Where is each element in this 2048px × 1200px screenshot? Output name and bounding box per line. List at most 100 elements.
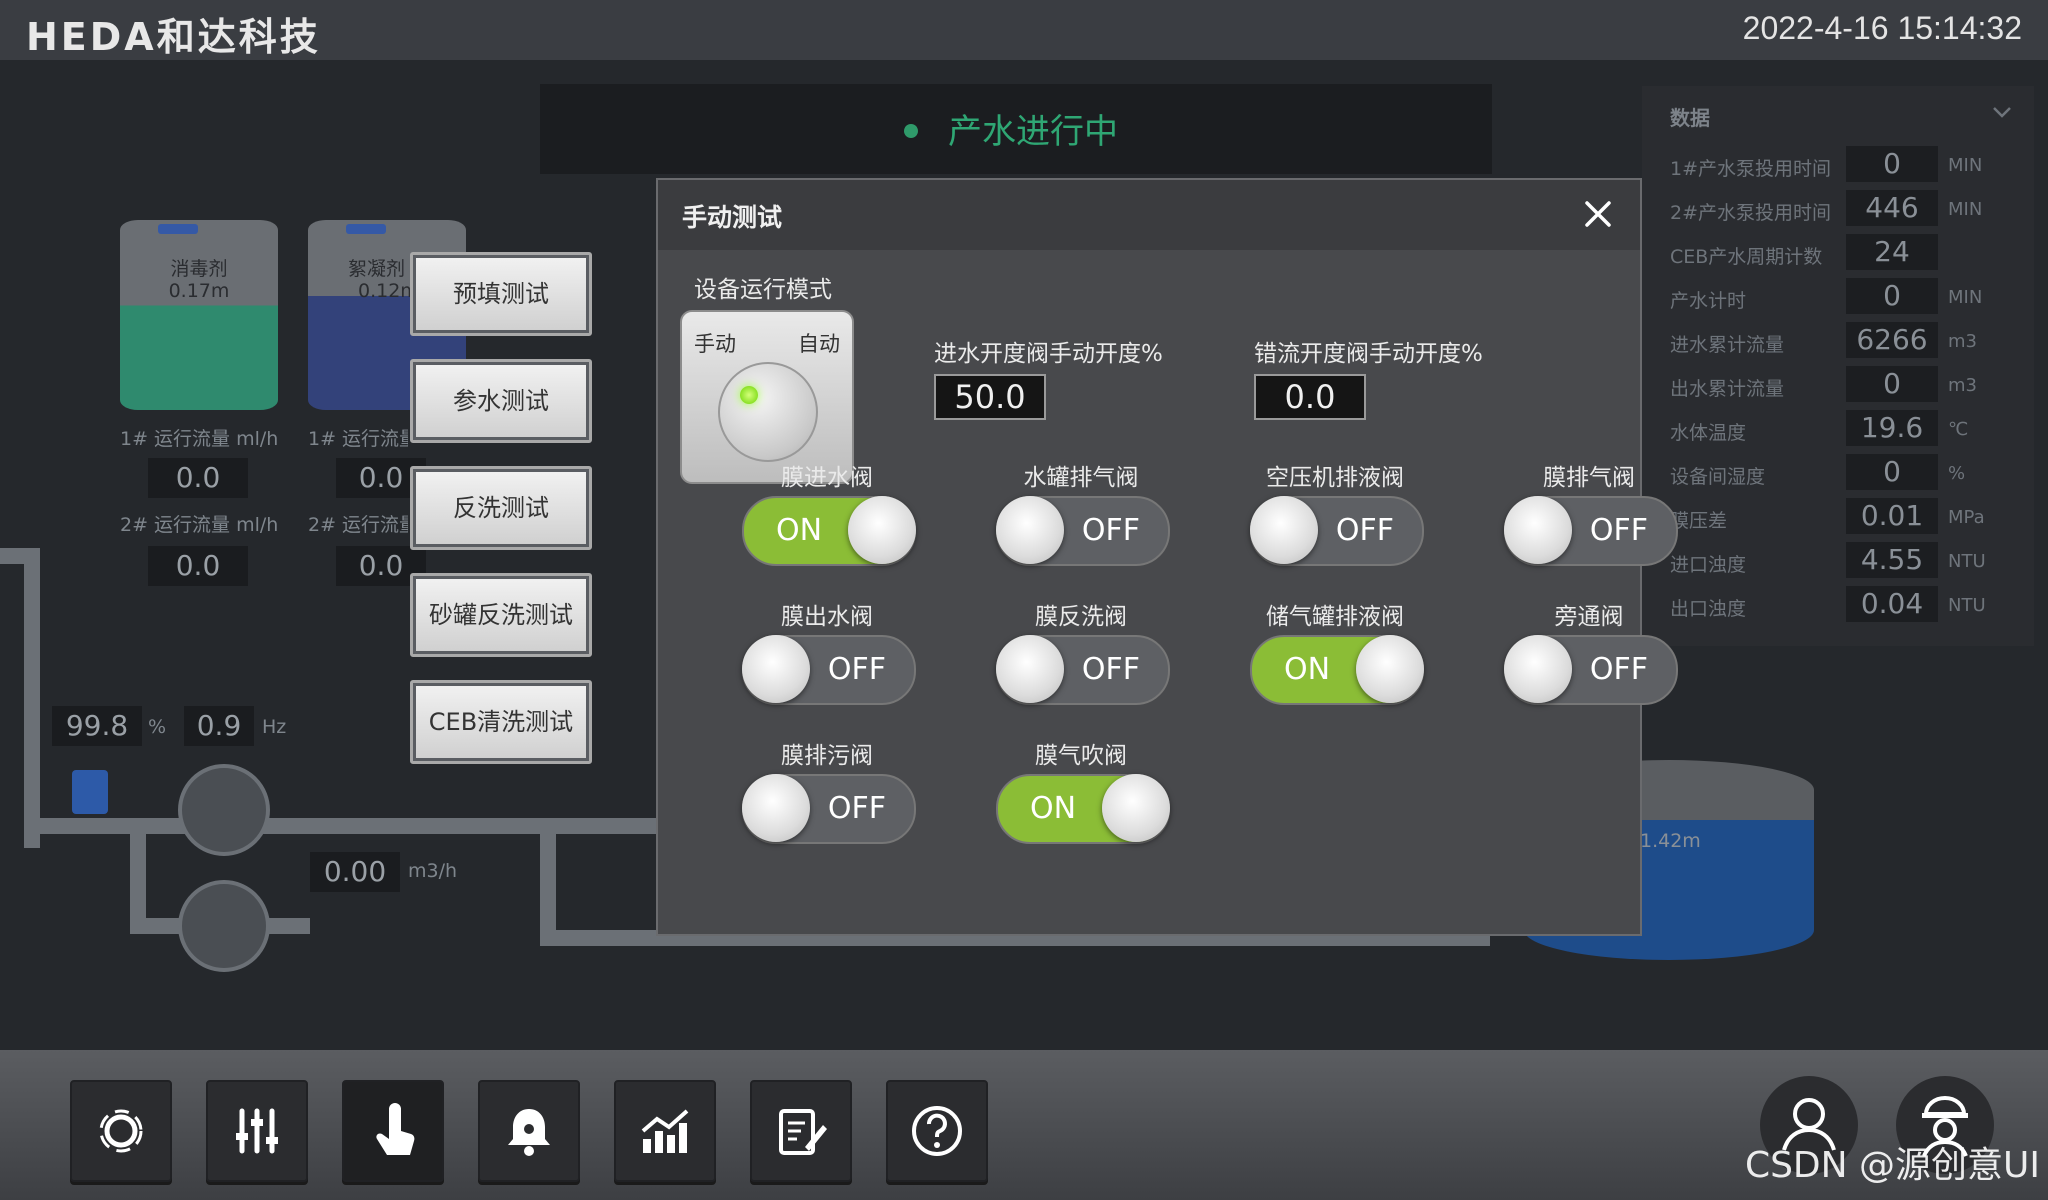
data-row-unit: NTU	[1948, 595, 1986, 616]
trend-chart-icon[interactable]	[614, 1080, 716, 1182]
toggle-state: OFF	[827, 652, 886, 687]
toggle-state: OFF	[1081, 513, 1140, 548]
toggle-knob	[1250, 496, 1318, 564]
reject-valve-input[interactable]: 0.0	[1254, 374, 1366, 420]
report-edit-icon[interactable]	[750, 1080, 852, 1182]
data-row-unit: m3	[1948, 375, 1977, 396]
data-row-unit: MIN	[1948, 199, 1983, 220]
valve-toggle[interactable]: OFF	[742, 635, 916, 705]
pipe	[24, 548, 40, 848]
pump-percent-unit: %	[148, 716, 167, 738]
backwash-test-button[interactable]: 反洗测试	[410, 466, 592, 550]
data-row-unit: MIN	[1948, 287, 1983, 308]
manual-touch-icon[interactable]	[342, 1080, 444, 1182]
valve-label: 水罐排气阀	[1023, 465, 1139, 491]
monitor-icon[interactable]	[70, 1080, 172, 1182]
data-panel-title: 数据	[1670, 106, 1710, 130]
flow-rate-unit: m3/h	[408, 860, 458, 882]
data-row-value: 0	[1846, 366, 1938, 402]
toggle-knob	[742, 774, 810, 842]
sand-tank-backwash-test-button[interactable]: 砂罐反洗测试	[410, 573, 592, 657]
valve-toggle[interactable]: ON	[742, 496, 916, 566]
company-logo: HEDA和达科技	[26, 15, 321, 59]
rotary-knob-icon[interactable]	[718, 362, 818, 462]
toggle-state: OFF	[1081, 652, 1140, 687]
alarm-bell-icon[interactable]	[478, 1080, 580, 1182]
valve-toggle[interactable]: ON	[1250, 635, 1424, 705]
flow-rate-readout: 0.00	[310, 852, 400, 892]
valve-label: 储气罐排液阀	[1266, 604, 1404, 630]
data-row-unit: %	[1948, 463, 1966, 484]
valve-label: 膜排污阀	[781, 743, 873, 769]
datetime-display: 2022-4-16 15:14:32	[1742, 10, 2022, 46]
disinfectant-tank[interactable]: 消毒剂 0.17m	[120, 220, 278, 410]
flow-label: 1# 运行流量 ml/h	[120, 428, 279, 450]
data-row-value: 0.04	[1846, 586, 1938, 622]
data-row-unit: MPa	[1948, 507, 1985, 528]
data-row-label: 进水累计流量	[1670, 334, 1785, 356]
data-row-value: 0	[1846, 146, 1938, 182]
valve-label: 旁通阀	[1554, 604, 1624, 630]
mode-manual-label: 手动	[694, 332, 736, 356]
toggle-knob	[996, 635, 1064, 703]
flow-readout: 0.0	[148, 546, 248, 586]
toggle-state: OFF	[1589, 513, 1648, 548]
data-row-value: 0.01	[1846, 498, 1938, 534]
status-text: 产水进行中	[948, 112, 1118, 152]
valve-toggle[interactable]: ON	[996, 774, 1170, 844]
dialog-title: 手动测试	[682, 203, 783, 232]
top-bar: HEDA和达科技 2022-4-16 15:14:32	[0, 0, 2048, 60]
data-row-label: CEB产水周期计数	[1670, 246, 1823, 268]
toggle-knob	[1356, 635, 1424, 703]
flow-label: 1# 运行流量	[308, 428, 408, 450]
valve-toggle[interactable]: OFF	[996, 635, 1170, 705]
tank-level: 0.17m	[168, 280, 230, 302]
status-dot-icon	[904, 124, 918, 138]
feedwater-test-button[interactable]: 参水测试	[410, 359, 592, 443]
help-icon[interactable]	[886, 1080, 988, 1182]
data-row-label: 2#产水泵投用时间	[1670, 202, 1832, 224]
toggle-state: ON	[1030, 791, 1077, 826]
flow-readout: 0.0	[148, 458, 248, 498]
data-row-label: 1#产水泵投用时间	[1670, 158, 1832, 180]
toggle-knob	[1504, 496, 1572, 564]
reject-valve-label: 错流开度阀手动开度%	[1254, 341, 1483, 367]
inlet-valve-label: 进水开度阀手动开度%	[934, 341, 1163, 367]
valve-toggle[interactable]: OFF	[1504, 635, 1678, 705]
manual-test-dialog: 手动测试 设备运行模式 手动 自动 进水开度阀手动开度% 50.0 错流开度阀手…	[656, 178, 1678, 936]
data-row-unit: ℃	[1948, 419, 1969, 440]
valve-label: 空压机排液阀	[1266, 465, 1404, 491]
data-row-value: 19.6	[1846, 410, 1938, 446]
data-row-label: 膜压差	[1670, 510, 1728, 532]
data-row-value: 0	[1846, 278, 1938, 314]
toggle-state: OFF	[1335, 513, 1394, 548]
tank-cap	[346, 224, 386, 234]
indicator-led-icon	[740, 386, 758, 404]
chevron-down-icon[interactable]	[1990, 100, 2014, 124]
pump-2-icon[interactable]	[178, 880, 270, 972]
toggle-state: ON	[1284, 652, 1331, 687]
data-row-unit: MIN	[1948, 155, 1983, 176]
data-row-value: 4.55	[1846, 542, 1938, 578]
inlet-valve-input[interactable]: 50.0	[934, 374, 1046, 420]
mode-label: 设备运行模式	[694, 277, 832, 303]
valve-toggle[interactable]: OFF	[1504, 496, 1678, 566]
close-icon[interactable]	[1578, 194, 1618, 234]
ceb-cleaning-test-button[interactable]: CEB清洗测试	[410, 680, 592, 764]
pump-1-icon[interactable]	[178, 764, 270, 856]
toggle-knob	[1102, 774, 1170, 842]
valve-toggle[interactable]: OFF	[996, 496, 1170, 566]
data-row-unit: NTU	[1948, 551, 1986, 572]
valve-label: 膜反洗阀	[1035, 604, 1127, 630]
flow-label: 2# 运行流量	[308, 514, 408, 536]
valve-toggle[interactable]: OFF	[742, 774, 916, 844]
status-banner: 产水进行中	[540, 84, 1492, 174]
valve-label: 膜排气阀	[1543, 465, 1635, 491]
toggle-state: OFF	[827, 791, 886, 826]
dialog-header: 手动测试	[658, 180, 1640, 250]
settings-sliders-icon[interactable]	[206, 1080, 308, 1182]
pump-percent-readout: 99.8	[52, 706, 142, 746]
toggle-state: OFF	[1589, 652, 1648, 687]
valve-toggle[interactable]: OFF	[1250, 496, 1424, 566]
prefill-test-button[interactable]: 预填测试	[410, 252, 592, 336]
